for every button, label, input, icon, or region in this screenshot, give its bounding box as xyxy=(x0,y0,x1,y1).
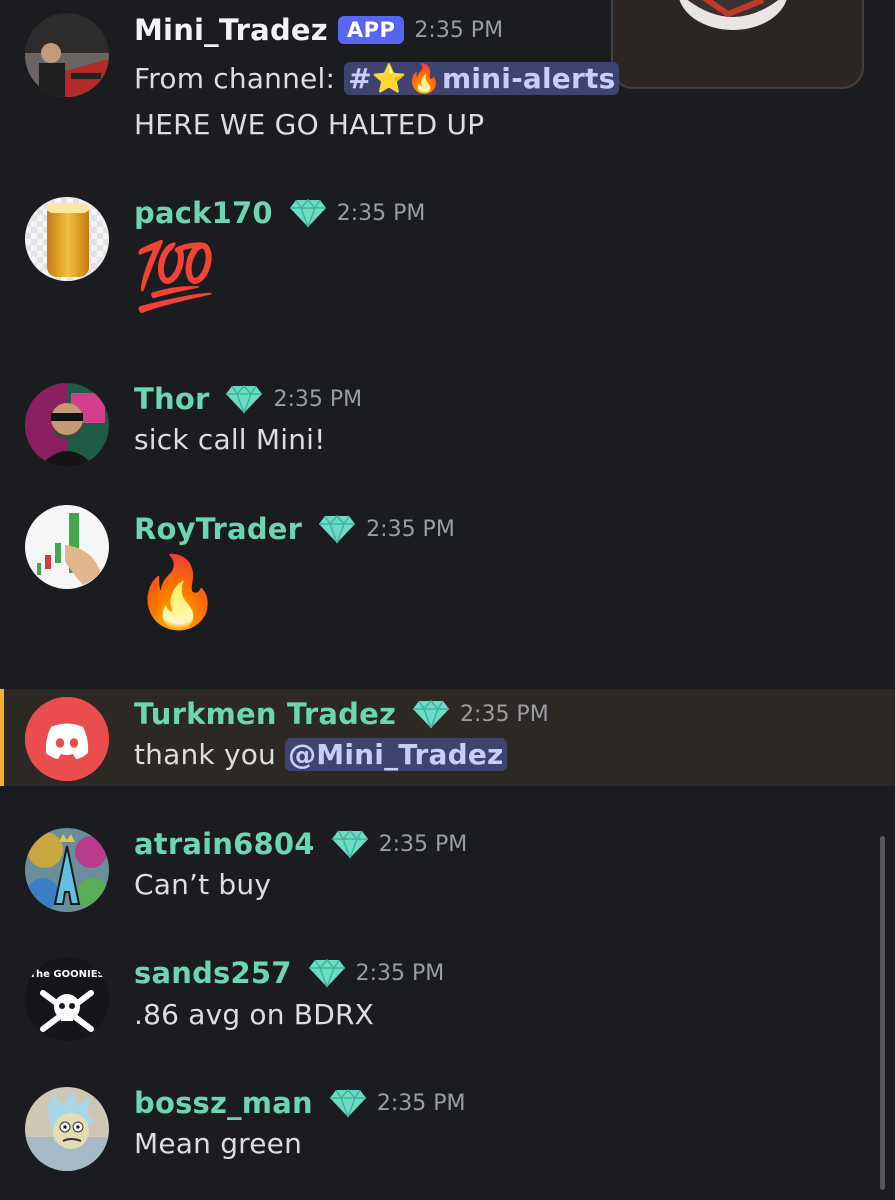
gem-icon xyxy=(331,829,369,859)
message-text: From channel: #⭐🔥mini-alerts xyxy=(134,62,620,95)
avatar[interactable] xyxy=(25,383,109,467)
video-thumbnail xyxy=(678,0,788,30)
message-header: sands257 2:35 PM xyxy=(134,951,444,995)
username[interactable]: sands257 xyxy=(134,956,292,990)
message-header: Mini_Tradez APP 2:35 PM xyxy=(134,8,503,52)
timestamp: 2:35 PM xyxy=(376,1090,466,1116)
message-text: .86 avg on BDRX xyxy=(134,998,375,1031)
gem-icon xyxy=(329,1088,367,1118)
message-header: bossz_man 2:35 PM xyxy=(134,1081,465,1125)
avatar[interactable]: The GOONIES xyxy=(25,957,109,1041)
channel-prefix: From channel: xyxy=(134,62,345,95)
username[interactable]: Thor xyxy=(134,382,209,416)
emoji-100: 💯 xyxy=(134,238,217,315)
channel-link[interactable]: #⭐🔥mini-alerts xyxy=(344,62,620,95)
avatar[interactable] xyxy=(25,697,109,781)
timestamp: 2:35 PM xyxy=(460,701,549,727)
username[interactable]: pack170 xyxy=(134,196,273,230)
gem-icon xyxy=(289,198,327,228)
message-header: Thor 2:35 PM xyxy=(134,377,362,421)
message-text: sick call Mini! xyxy=(134,423,326,456)
username[interactable]: atrain6804 xyxy=(134,827,315,861)
timestamp: 2:35 PM xyxy=(378,831,468,857)
app-badge: APP xyxy=(337,16,405,44)
message-text: Can’t buy xyxy=(134,868,272,901)
scrollbar[interactable] xyxy=(880,836,885,1190)
message-header: pack170 2:35 PM xyxy=(134,191,425,235)
avatar[interactable] xyxy=(25,13,109,97)
message-header: Turkmen Tradez 2:35 PM xyxy=(134,692,549,736)
username[interactable]: RoyTrader xyxy=(134,512,302,546)
discord-icon xyxy=(25,697,109,781)
username[interactable]: Mini_Tradez xyxy=(134,13,328,47)
message-text: Mean green xyxy=(134,1127,303,1160)
avatar[interactable] xyxy=(25,505,109,589)
message-header: RoyTrader 2:35 PM xyxy=(134,507,455,551)
message-text-prefix: thank you xyxy=(134,738,286,771)
gem-icon xyxy=(308,958,346,988)
gem-icon xyxy=(412,699,450,729)
mention-bar xyxy=(0,689,4,786)
message-text: thank you @Mini_Tradez xyxy=(134,738,507,771)
svg-text:The GOONIES: The GOONIES xyxy=(29,969,105,980)
message-header: atrain6804 2:35 PM xyxy=(134,822,467,866)
username[interactable]: Turkmen Tradez xyxy=(134,697,396,731)
timestamp: 2:35 PM xyxy=(336,200,426,226)
timestamp: 2:35 PM xyxy=(355,960,445,986)
timestamp: 2:35 PM xyxy=(273,386,363,412)
gem-icon xyxy=(318,514,356,544)
user-mention[interactable]: @Mini_Tradez xyxy=(285,738,507,771)
avatar[interactable] xyxy=(25,828,109,912)
video-overlay[interactable] xyxy=(611,0,864,89)
fire-emoji: 🔥 xyxy=(134,551,222,633)
message-text: HERE WE GO HALTED UP xyxy=(134,108,485,141)
gem-icon xyxy=(225,384,263,414)
timestamp: 2:35 PM xyxy=(366,516,455,542)
timestamp: 2:35 PM xyxy=(414,17,504,43)
avatar[interactable] xyxy=(25,197,109,281)
username[interactable]: bossz_man xyxy=(134,1086,313,1120)
avatar[interactable] xyxy=(25,1087,109,1171)
